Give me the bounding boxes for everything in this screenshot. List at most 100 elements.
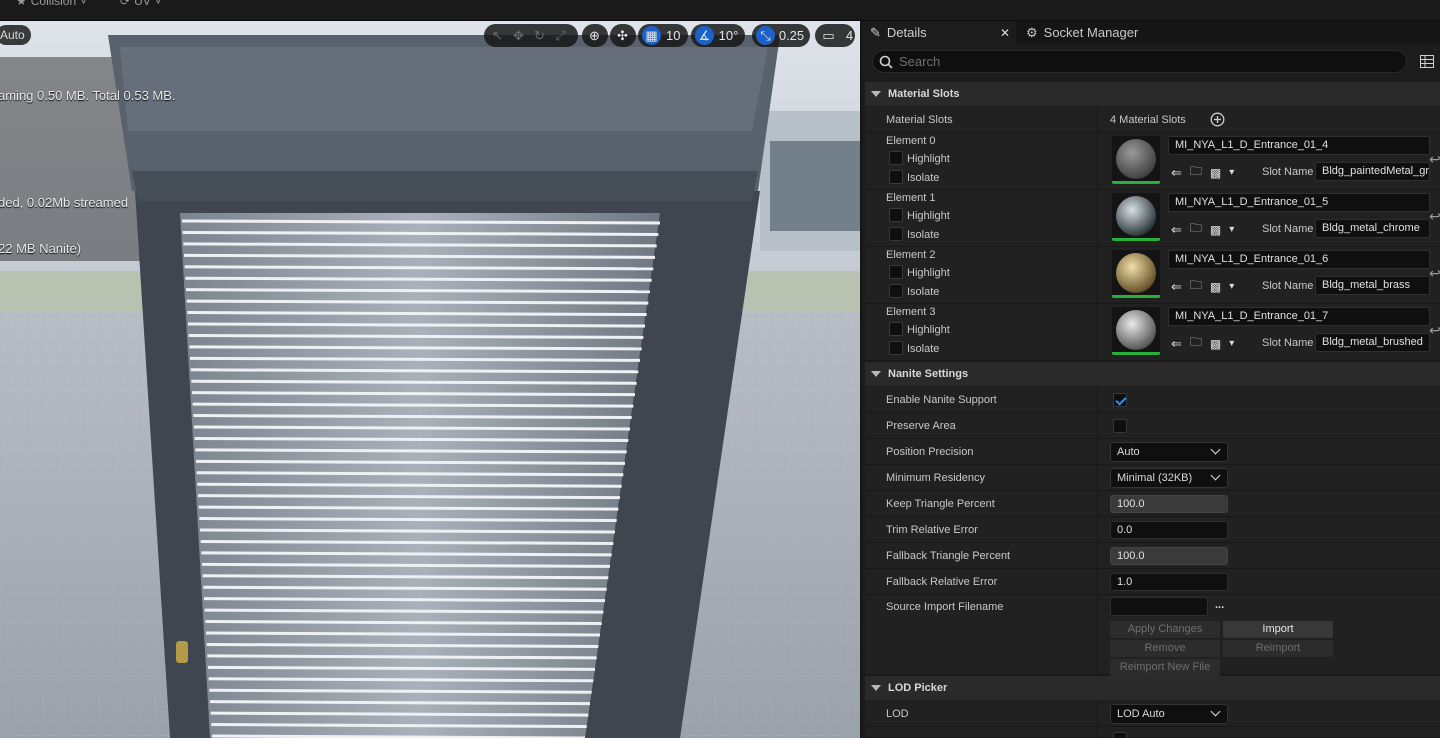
use-selected-icon[interactable]: ⇐ — [1171, 336, 1182, 352]
browse-folder-icon[interactable]: 🗀 — [1190, 276, 1202, 297]
shutter-slat — [203, 585, 607, 591]
checker-icon[interactable]: ▩ — [1210, 166, 1221, 180]
browse-folder-icon[interactable]: 🗀 — [1190, 162, 1202, 183]
isolate-checkbox[interactable] — [889, 170, 903, 184]
material-name-field[interactable]: MI_NYA_L1_D_Entrance_01_4 — [1168, 136, 1430, 155]
slot-name-field[interactable]: Bldg_paintedMetal_grey — [1315, 162, 1430, 181]
use-selected-icon[interactable]: ⇐ — [1171, 279, 1182, 295]
grid-snap: ▦ 10 — [638, 24, 688, 47]
shutter-slat — [188, 333, 644, 339]
section-lod-picker[interactable]: LOD Picker — [865, 676, 1440, 700]
material-thumbnail[interactable] — [1112, 307, 1160, 355]
chevron-down-icon[interactable]: ▾ — [1229, 281, 1234, 292]
camera-speed-value[interactable]: 4 — [840, 26, 859, 45]
minimum-residency-dropdown[interactable]: Minimal (32KB) — [1110, 468, 1228, 488]
chevron-down-icon[interactable]: ▾ — [1229, 338, 1234, 349]
close-icon[interactable]: ✕ — [1000, 26, 1010, 40]
shutter-slat — [190, 368, 639, 374]
trim-error-input[interactable]: 0.0 — [1110, 521, 1228, 539]
highlight-checkbox[interactable] — [889, 208, 903, 222]
slot-name-field[interactable]: Bldg_metal_brass — [1315, 276, 1430, 295]
rotation-snap-icon[interactable]: ∡ — [695, 26, 714, 45]
view-options-icon[interactable] — [1420, 55, 1434, 68]
pencil-icon: ✎ — [870, 24, 881, 40]
select-icon[interactable]: ↖ — [488, 26, 507, 45]
grid-snap-value[interactable]: 10 — [663, 26, 683, 45]
use-selected-icon[interactable]: ⇐ — [1171, 165, 1182, 181]
highlight-checkbox[interactable] — [889, 322, 903, 336]
reset-arrow-icon[interactable]: ↩ — [1429, 151, 1440, 168]
add-slot-icon[interactable] — [1210, 112, 1225, 127]
isolate-checkbox[interactable] — [889, 284, 903, 298]
scale-snap-icon[interactable]: ⤡ — [756, 26, 775, 45]
checker-icon[interactable]: ▩ — [1210, 280, 1221, 294]
preserve-area-checkbox[interactable] — [1113, 419, 1127, 433]
isolate-checkbox[interactable] — [889, 227, 903, 241]
shutter-slat — [182, 230, 659, 236]
material-name-field[interactable]: MI_NYA_L1_D_Entrance_01_6 — [1168, 250, 1430, 269]
move-icon[interactable]: ✥ — [509, 26, 528, 45]
trim-error-row: Trim Relative Error 0.0 — [865, 517, 1440, 543]
scale-snap-value[interactable]: 0.25 — [777, 26, 806, 45]
tab-details[interactable]: ✎ Details ✕ — [862, 21, 1016, 44]
surface-snap-icon[interactable]: ✣ — [613, 26, 632, 45]
preserve-area-row: Preserve Area — [865, 413, 1440, 439]
keep-triangle-input[interactable]: 100.0 — [1110, 495, 1228, 513]
camera-icon[interactable]: ▭ — [819, 26, 838, 45]
remove-button[interactable]: Remove — [1110, 640, 1220, 657]
checker-icon[interactable]: ▩ — [1210, 223, 1221, 237]
reset-arrow-icon[interactable]: ↩ — [1429, 322, 1440, 339]
globe-icon[interactable]: ⊕ — [585, 26, 604, 45]
search-input[interactable] — [899, 53, 1389, 70]
coord-system: ⊕ — [582, 24, 608, 47]
browse-folder-icon[interactable]: 🗀 — [1190, 219, 1202, 240]
import-button[interactable]: Import — [1223, 621, 1333, 638]
slot-name-field[interactable]: Bldg_metal_brushed — [1315, 333, 1430, 352]
grid-snap-icon[interactable]: ▦ — [642, 26, 661, 45]
material-thumbnail[interactable] — [1112, 193, 1160, 241]
slot-name-field[interactable]: Bldg_metal_chrome — [1315, 219, 1430, 238]
shutter-slat — [202, 574, 609, 580]
element-label: Element 3 — [886, 306, 936, 318]
material-thumbnail[interactable] — [1112, 250, 1160, 298]
reimport-button[interactable]: Reimport — [1223, 640, 1333, 657]
highlight-checkbox[interactable] — [889, 265, 903, 279]
lod-dropdown[interactable]: LOD Auto — [1110, 704, 1228, 724]
section-material-slots[interactable]: Material Slots — [865, 82, 1440, 106]
search-field[interactable] — [872, 50, 1407, 73]
view-mode-badge[interactable]: Auto — [0, 25, 31, 45]
chevron-down-icon — [1210, 444, 1221, 455]
scale-icon[interactable]: ⤢ — [551, 26, 570, 45]
material-name-field[interactable]: MI_NYA_L1_D_Entrance_01_5 — [1168, 193, 1430, 212]
fallback-error-input[interactable]: 1.0 — [1110, 573, 1228, 591]
shutter-slat — [189, 356, 641, 362]
browse-folder-icon[interactable]: 🗀 — [1190, 333, 1202, 354]
checker-icon[interactable]: ▩ — [1210, 337, 1221, 351]
tab-socket-manager[interactable]: ⚙ Socket Manager — [1018, 21, 1188, 44]
chevron-down-icon[interactable]: ▾ — [1229, 167, 1234, 178]
rotate-icon[interactable]: ↻ — [530, 26, 549, 45]
reset-arrow-icon[interactable]: ↩ — [1429, 208, 1440, 225]
highlight-checkbox[interactable] — [889, 151, 903, 165]
material-name-field[interactable]: MI_NYA_L1_D_Entrance_01_7 — [1168, 307, 1430, 326]
chevron-down-icon[interactable]: ▾ — [1229, 224, 1234, 235]
use-selected-icon[interactable]: ⇐ — [1171, 222, 1182, 238]
rotation-snap-value[interactable]: 10° — [716, 26, 741, 45]
isolate-checkbox[interactable] — [889, 341, 903, 355]
browse-more-button[interactable]: ... — [1215, 599, 1224, 611]
enable-nanite-checkbox[interactable] — [1113, 393, 1127, 407]
material-thumbnail[interactable] — [1112, 136, 1160, 184]
reset-arrow-icon[interactable]: ↩ — [1429, 265, 1440, 282]
uv-menu[interactable]: ⟳ UV ˅ — [120, 0, 162, 8]
apply-changes-button[interactable]: Apply Changes — [1110, 621, 1220, 638]
partial-checkbox[interactable] — [1113, 732, 1127, 738]
viewport[interactable]: Auto aming 0.50 MB. Total 0.53 MB. ded, … — [0, 21, 860, 738]
chevron-down-icon: ˅ — [154, 0, 162, 8]
material-slots-label: Material Slots — [886, 114, 953, 126]
fallback-triangle-input[interactable]: 100.0 — [1110, 547, 1228, 565]
position-precision-dropdown[interactable]: Auto — [1110, 442, 1228, 462]
reimport-new-file-button[interactable]: Reimport New File — [1110, 659, 1220, 676]
collision-menu[interactable]: ★ Collision ˅ — [16, 0, 87, 8]
section-nanite-settings[interactable]: Nanite Settings — [865, 362, 1440, 386]
source-import-input[interactable] — [1110, 597, 1208, 616]
